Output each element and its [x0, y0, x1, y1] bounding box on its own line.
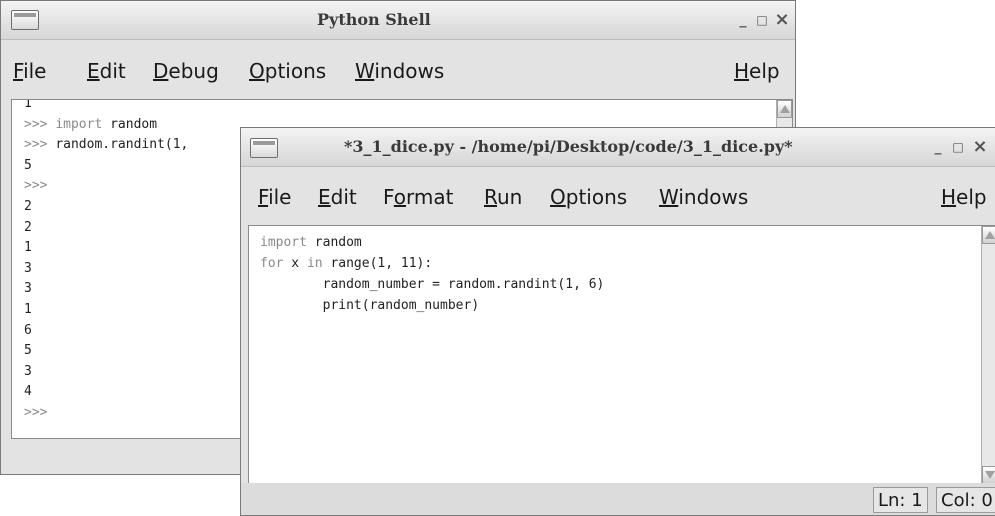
window-menu-icon[interactable] — [250, 138, 278, 158]
code-line: import random — [260, 232, 604, 253]
shell-text: 3 — [24, 281, 32, 297]
editor-menu-format[interactable]: Format — [383, 172, 454, 222]
shell-line: 5 — [24, 341, 188, 362]
shell-text: 5 — [24, 157, 32, 173]
code-text: random_number = random.randint(1, 6) — [260, 277, 605, 292]
code-line: print(random_number) — [260, 295, 604, 316]
shell-menu-options[interactable]: Options — [249, 46, 326, 96]
shell-titlebar[interactable]: Python Shell _ □ × — [1, 1, 795, 40]
minimize-icon[interactable]: _ — [734, 1, 752, 39]
maximize-icon[interactable]: □ — [753, 1, 771, 39]
shell-lines: 1 >>> import random >>> random.randint(1, 5… — [24, 99, 188, 424]
code-text: range(1, 11): — [322, 256, 433, 271]
shell-menu-file[interactable]: File — [13, 46, 46, 96]
shell-line: >>> random.randint(1, — [24, 135, 188, 156]
code-text: random — [306, 235, 362, 250]
shell-text: 2 — [24, 198, 32, 214]
editor-statusbar: Ln: 1 Col: 0 — [241, 483, 995, 515]
shell-menu-windows[interactable]: Windows — [355, 46, 444, 96]
editor-menu-edit[interactable]: Edit — [318, 172, 357, 222]
shell-text: 6 — [24, 322, 32, 338]
code-text: print(random_number) — [260, 298, 480, 313]
shell-text: 4 — [24, 384, 32, 400]
editor-scrollbar[interactable] — [981, 226, 995, 484]
shell-prompt: >>> — [24, 116, 56, 132]
shell-prompt: >>> — [24, 178, 48, 194]
shell-text: 3 — [24, 260, 32, 276]
editor-menubar: File Edit Format Run Options Windows Hel… — [241, 172, 995, 222]
editor-title: *3_1_dice.py - /home/pi/Desktop/code/3_1… — [344, 137, 793, 156]
close-icon[interactable]: × — [773, 1, 791, 39]
editor-window: *3_1_dice.py - /home/pi/Desktop/code/3_1… — [240, 127, 995, 516]
status-column-number: Col: 0 — [936, 487, 995, 513]
shell-menu-edit[interactable]: Edit — [87, 46, 126, 96]
shell-text: 2 — [24, 219, 32, 235]
shell-line: 6 — [24, 321, 188, 342]
status-line-number: Ln: 1 — [873, 487, 928, 513]
shell-line: 1 — [24, 99, 188, 115]
shell-line: 3 — [24, 279, 188, 300]
shell-line: 5 — [24, 156, 188, 177]
shell-line: 4 — [24, 382, 188, 403]
shell-line: 1 — [24, 300, 188, 321]
close-icon[interactable]: × — [971, 128, 989, 166]
code-line: for x in range(1, 11): — [260, 253, 604, 274]
shell-title: Python Shell — [317, 10, 431, 29]
shell-text: 1 — [24, 99, 32, 111]
shell-menu-debug[interactable]: Debug — [153, 46, 219, 96]
shell-keyword: import — [55, 116, 103, 132]
shell-prompt: >>> — [24, 137, 56, 153]
editor-titlebar[interactable]: *3_1_dice.py - /home/pi/Desktop/code/3_1… — [241, 128, 995, 167]
scroll-up-arrow-icon[interactable] — [982, 226, 995, 244]
shell-text: 1 — [24, 301, 32, 317]
minimize-icon[interactable]: _ — [929, 128, 947, 166]
shell-text: random.randint(1, — [55, 137, 189, 153]
shell-text: 1 — [24, 240, 32, 256]
shell-line: 3 — [24, 362, 188, 383]
shell-prompt: >>> — [24, 404, 48, 420]
shell-line: >>> — [24, 403, 188, 424]
shell-line: 2 — [24, 218, 188, 239]
code-text: x — [283, 256, 307, 271]
code-keyword: import — [260, 235, 307, 250]
shell-text: 3 — [24, 363, 32, 379]
editor-menu-windows[interactable]: Windows — [659, 172, 748, 222]
editor-menu-run[interactable]: Run — [484, 172, 522, 222]
shell-text: 5 — [24, 343, 32, 359]
code-line: random_number = random.randint(1, 6) — [260, 274, 605, 295]
editor-menu-options[interactable]: Options — [550, 172, 627, 222]
scroll-down-arrow-icon[interactable] — [982, 466, 995, 484]
scroll-up-arrow-icon[interactable] — [777, 100, 792, 118]
shell-line: 2 — [24, 197, 188, 218]
editor-menu-help[interactable]: Help — [941, 172, 987, 222]
shell-line: 3 — [24, 259, 188, 280]
maximize-icon[interactable]: □ — [949, 128, 967, 166]
shell-text: random — [102, 116, 158, 132]
shell-line: >>> — [24, 176, 188, 197]
editor-menu-file[interactable]: File — [258, 172, 291, 222]
shell-line: >>> import random — [24, 115, 188, 136]
window-menu-icon[interactable] — [11, 10, 39, 30]
shell-line: 1 — [24, 238, 188, 259]
code-keyword: for — [260, 256, 284, 271]
code-lines: import random for x in range(1, 11): rand… — [260, 232, 604, 316]
code-keyword: in — [306, 256, 323, 271]
shell-menubar: File Edit Debug Options Windows Help — [1, 46, 795, 96]
code-editor-area[interactable]: import random for x in range(1, 11): rand… — [248, 225, 995, 485]
shell-menu-help[interactable]: Help — [734, 46, 780, 96]
